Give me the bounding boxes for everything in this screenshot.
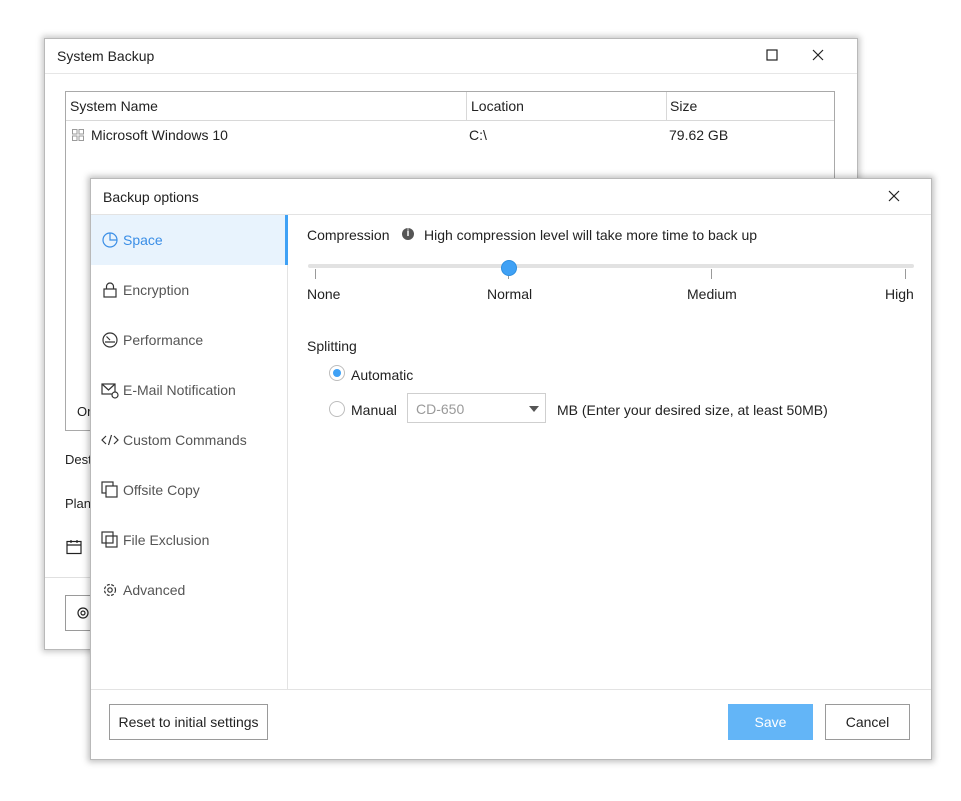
manual-label[interactable]: Manual xyxy=(351,402,397,418)
sidebar-item-label: E-Mail Notification xyxy=(123,382,236,398)
sidebar-item-space[interactable]: Space xyxy=(91,215,288,265)
sidebar-item-label: Offsite Copy xyxy=(123,482,200,498)
column-header[interactable]: System Name xyxy=(70,98,158,114)
system-name-cell: Microsoft Windows 10 xyxy=(91,127,228,143)
destination-label: Dest xyxy=(65,452,92,467)
sidebar-item-encryption[interactable]: Encryption xyxy=(91,265,287,315)
dialog-titlebar: Backup options xyxy=(91,179,931,215)
slider-tick xyxy=(905,269,906,279)
close-icon xyxy=(812,49,824,61)
pie-chart-icon xyxy=(102,232,118,248)
compression-level-normal[interactable]: Normal xyxy=(487,286,532,302)
sidebar-item-performance[interactable]: Performance xyxy=(91,315,287,365)
lock-icon xyxy=(103,282,117,298)
dialog-close-button[interactable] xyxy=(882,185,906,209)
column-header[interactable]: Size xyxy=(670,98,697,114)
slider-tick xyxy=(711,269,712,279)
compression-level-high[interactable]: High xyxy=(885,286,914,302)
window-title: System Backup xyxy=(57,48,155,64)
compression-level-none[interactable]: None xyxy=(307,286,340,302)
file-exclusion-icon xyxy=(101,531,118,548)
cancel-button[interactable]: Cancel xyxy=(825,704,910,740)
column-header[interactable]: Location xyxy=(471,98,524,114)
windows-icon xyxy=(72,129,84,141)
chevron-down-icon xyxy=(529,406,539,412)
calendar-icon[interactable] xyxy=(66,539,82,555)
system-backup-titlebar: System Backup xyxy=(45,39,857,74)
size-cell: 79.62 GB xyxy=(669,127,729,143)
sidebar-item-custom-commands[interactable]: Custom Commands xyxy=(91,415,287,465)
reset-button[interactable]: Reset to initial settings xyxy=(109,704,268,740)
footer-divider xyxy=(91,689,931,690)
info-icon: i xyxy=(402,228,414,240)
sidebar-item-label: Encryption xyxy=(123,282,190,298)
plan-label: Plan xyxy=(65,496,92,511)
close-button[interactable] xyxy=(807,45,829,67)
sidebar-item-advanced[interactable]: Advanced xyxy=(91,565,287,615)
options-sidebar: Space Encryption Performance E-Mail Noti… xyxy=(91,215,288,689)
sidebar-item-label: Performance xyxy=(123,332,204,348)
slider-tick xyxy=(315,269,316,279)
split-size-select[interactable]: CD-650 xyxy=(407,393,546,423)
automatic-label[interactable]: Automatic xyxy=(351,367,413,383)
maximize-button[interactable] xyxy=(761,45,783,67)
dialog-title: Backup options xyxy=(103,189,199,205)
close-icon xyxy=(888,190,900,202)
sidebar-item-offsite-copy[interactable]: Offsite Copy xyxy=(91,465,287,515)
location-cell: C:\ xyxy=(469,127,487,143)
mail-settings-icon xyxy=(101,383,119,399)
sidebar-item-label: Custom Commands xyxy=(123,432,247,448)
code-icon xyxy=(101,434,119,446)
split-size-value: CD-650 xyxy=(416,401,465,417)
sidebar-item-label: Space xyxy=(123,232,163,248)
column-divider xyxy=(666,92,667,120)
column-divider xyxy=(466,92,467,120)
table-row[interactable]: Microsoft Windows 10 C:\ 79.62 GB xyxy=(66,121,834,149)
gear-icon xyxy=(77,607,89,619)
sidebar-item-label: File Exclusion xyxy=(123,532,210,548)
compression-level-medium[interactable]: Medium xyxy=(687,286,737,302)
compression-label: Compression xyxy=(307,227,390,243)
sidebar-item-file-exclusion[interactable]: File Exclusion xyxy=(91,515,287,565)
automatic-radio[interactable] xyxy=(329,365,345,381)
copy-icon xyxy=(101,481,118,498)
slider-track[interactable] xyxy=(308,264,914,268)
sidebar-item-email-notification[interactable]: E-Mail Notification xyxy=(91,365,287,415)
sidebar-item-label: Advanced xyxy=(123,582,186,598)
manual-radio[interactable] xyxy=(329,401,345,417)
split-size-hint: MB (Enter your desired size, at least 50… xyxy=(557,402,828,418)
compression-info-text: High compression level will take more ti… xyxy=(424,227,758,243)
table-header: System Name Location Size xyxy=(66,92,834,121)
slider-thumb[interactable] xyxy=(501,260,517,276)
gear-icon xyxy=(103,583,117,597)
backup-options-dialog: Backup options Space Encryption Performa… xyxy=(90,178,932,760)
gauge-icon xyxy=(102,332,118,348)
save-button[interactable]: Save xyxy=(728,704,813,740)
splitting-label: Splitting xyxy=(307,338,357,354)
maximize-icon xyxy=(766,49,778,61)
space-settings-panel: Compression i High compression level wil… xyxy=(288,215,930,689)
